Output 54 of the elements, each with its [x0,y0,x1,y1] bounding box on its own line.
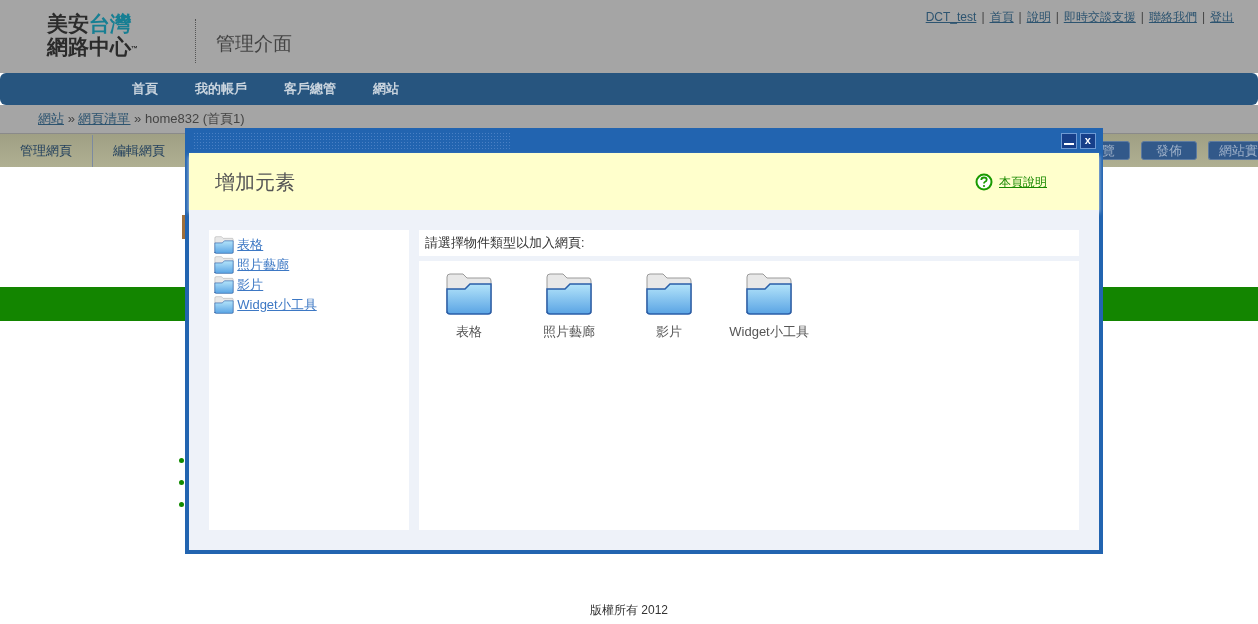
dialog-heading: 增加元素 [215,169,295,194]
help-link[interactable]: 本頁說明 [999,172,1047,191]
logo-text: 網路中心 [47,35,131,58]
header-link[interactable]: DCT_test [925,10,977,24]
bullet-icon [179,480,184,485]
logo-text: 美安 [47,12,89,35]
folder-icon [445,273,493,315]
toolbar-link[interactable]: 管理網頁 [0,134,92,167]
folder-icon [214,256,234,274]
nav-item[interactable]: 網站 [373,73,399,105]
breadcrumb-separator: » [134,111,142,126]
tree-item[interactable]: 表格 [237,235,264,255]
folder-icon [545,273,593,315]
minimize-icon [1063,141,1074,146]
link-separator: | [1018,10,1022,24]
folder-icon [745,273,793,315]
folder-icon [214,236,234,254]
tree-item[interactable]: 照片藝廊 [237,255,290,275]
prompt-text: 請選擇物件類型以加入網頁: [425,236,585,250]
type-label[interactable]: 影片 [656,321,682,341]
minimize-button[interactable] [1060,132,1077,149]
logo-text: 台灣 [89,12,131,35]
type-label[interactable]: 表格 [456,321,482,341]
type-label[interactable]: Widget小工具 [729,321,809,341]
folder-icon [645,273,693,315]
breadcrumb-separator: » [67,111,75,126]
type-label[interactable]: 照片藝廊 [543,321,595,341]
breadcrumb-link[interactable]: 網站 [38,111,64,126]
link-separator: | [1201,10,1205,24]
link-separator: | [1055,10,1059,24]
tree-item[interactable]: 影片 [237,275,264,295]
header-link[interactable]: 說明 [1026,10,1051,24]
folder-icon [214,296,234,314]
nav-item[interactable]: 我的帳戶 [195,73,247,105]
toolbar-button[interactable]: 發佈 [1141,141,1197,160]
bullet-icon [179,502,184,507]
header-link[interactable]: 首頁 [989,10,1014,24]
help-icon [974,172,993,191]
breadcrumb-current: home832 (首頁1) [144,111,245,126]
admin-title: 管理介面 [216,33,292,54]
nav-item[interactable]: 首頁 [132,73,158,105]
folder-icon [214,276,234,294]
header-link[interactable]: 聯絡我們 [1148,10,1197,24]
header-link[interactable]: 即時交談支援 [1063,10,1136,24]
header-link[interactable]: 登出 [1210,10,1234,24]
toolbar-button[interactable]: 網站實 [1208,141,1258,160]
nav-item[interactable]: 客戶總管 [284,73,336,105]
bullet-icon [179,458,184,463]
close-button[interactable]: x [1079,132,1096,149]
copyright-text: 版權所有 2012 [590,603,668,617]
link-separator: | [981,10,985,24]
breadcrumb-link[interactable]: 網頁清單 [78,111,131,126]
link-separator: | [1140,10,1144,24]
tree-item[interactable]: Widget小工具 [237,295,317,315]
